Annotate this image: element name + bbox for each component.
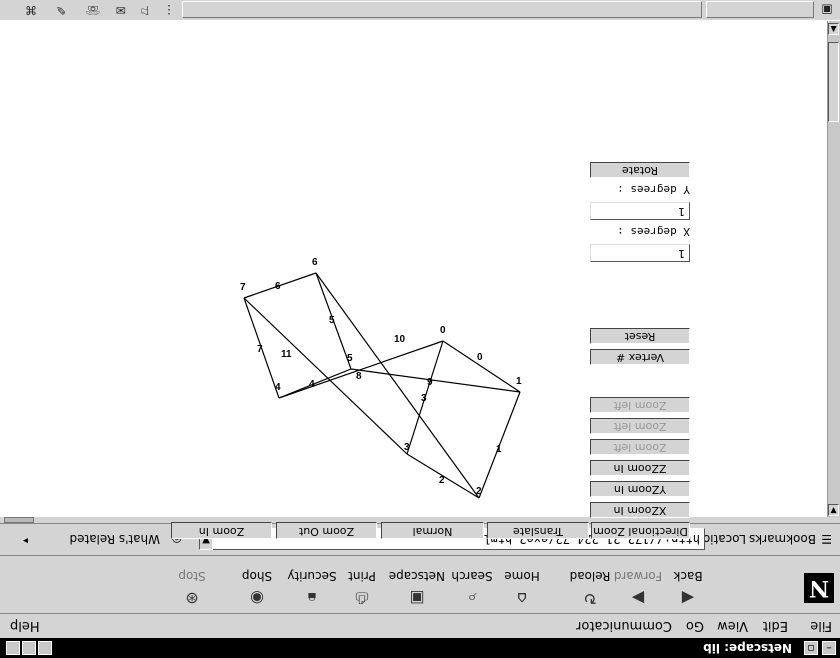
reload-button[interactable]: ↻ Reload — [562, 559, 618, 609]
netscape-icon: ▣ — [409, 589, 425, 608]
vertex-label-0: 0 — [440, 325, 446, 336]
menu-help[interactable]: Help — [10, 618, 40, 633]
close-button[interactable] — [6, 641, 20, 655]
stop-icon: ⊛ — [185, 589, 199, 608]
edge-label-3: 3 — [421, 393, 427, 404]
vertex-label-3: 3 — [404, 442, 410, 453]
cube-edge — [278, 340, 444, 399]
zoom-in-button[interactable]: Zoom In — [171, 522, 272, 539]
zoom-out-button[interactable]: Zoom Out — [276, 522, 377, 539]
cube-edge — [315, 272, 480, 499]
menu-view[interactable]: View — [717, 618, 748, 633]
netscape-logo-icon[interactable]: N — [804, 573, 834, 603]
shop-icon: ◉ — [250, 589, 264, 608]
directional-zoom-button[interactable]: Directional Zoom — [591, 522, 690, 539]
stop-button[interactable]: ⊛ Stop — [164, 559, 220, 609]
edge-label-4: 4 — [309, 379, 315, 390]
iconify-button[interactable] — [38, 641, 52, 655]
menu-edit[interactable]: Edit — [763, 618, 788, 633]
security-status-icon[interactable]: ▣ — [818, 2, 836, 17]
normal-button[interactable]: Normal — [381, 522, 484, 539]
edge-label-0: 0 — [477, 352, 483, 363]
page-content: ▼ ▲ Rotate Y degrees : 1 X degrees : 1 R… — [0, 21, 840, 539]
forward-arrow-icon: ▶ — [631, 589, 645, 608]
edge-label-1: 1 — [496, 444, 502, 455]
vertex-label-2: 2 — [476, 486, 482, 497]
reload-icon: ↻ — [583, 589, 597, 608]
shop-button[interactable]: ◉ Shop — [229, 559, 285, 609]
status-navigator-icon[interactable]: ⚐ — [136, 2, 154, 17]
forward-button[interactable]: ▶ Forward — [610, 559, 666, 609]
status-discussion-icon[interactable]: ☏ — [84, 2, 102, 17]
home-icon: ⌂ — [516, 589, 528, 608]
edge-label-9: 9 — [427, 377, 433, 388]
cube-edge — [442, 340, 521, 393]
back-arrow-icon: ◀ — [681, 589, 695, 608]
maximize-button[interactable] — [22, 641, 36, 655]
translate-button[interactable]: Translate — [487, 522, 589, 539]
edge-label-5: 5 — [329, 315, 335, 326]
vertex-label-1: 1 — [516, 376, 522, 387]
restore-icon[interactable]: ▫ — [804, 641, 818, 655]
status-composer-icon[interactable]: ✎ — [52, 2, 70, 17]
navigation-toolbar: N ◀ Back ▶ Forward ↻ Reload ⌂ Home ⌕ Search ▣… — [0, 555, 840, 613]
menu-file[interactable]: File — [810, 618, 832, 633]
location-bar-grip-icon[interactable]: ▸ — [23, 535, 28, 546]
status-bar: ▣ ⋮ ⚐ ✉ ☏ ✎ ⌘ — [0, 0, 840, 21]
menu-communicator[interactable]: Communicator — [576, 618, 672, 633]
status-message — [182, 1, 702, 18]
vertex-label-7: 7 — [240, 282, 246, 293]
cube-canvas[interactable]: 0 1 2 3 4 5 6 7 0 1 2 3 4 5 6 7 8 9 10 1… — [0, 21, 840, 517]
edge-label-11: 11 — [281, 349, 292, 360]
home-button[interactable]: ⌂ Home — [494, 559, 550, 609]
edge-label-8: 8 — [356, 371, 362, 382]
netscape-button[interactable]: ▣ Netscape — [389, 559, 445, 609]
menu-bar: File Edit View Go Communicator Help — [0, 613, 840, 638]
security-button[interactable]: 🔒︎ Security — [284, 559, 340, 609]
bookmarks-button[interactable]: Bookmarks — [749, 532, 816, 546]
edge-label-6: 6 — [275, 281, 281, 292]
vertex-label-5: 5 — [347, 353, 353, 364]
cube-edge — [350, 368, 521, 393]
vertex-label-4: 4 — [275, 382, 281, 393]
netscape-window: – ▫ Netscape: lib File Edit View Go Comm… — [0, 0, 840, 658]
status-progress — [706, 1, 814, 18]
print-button[interactable]: ⎙ Print — [334, 559, 390, 609]
edge-label-7: 7 — [257, 344, 263, 355]
toolbar-collapse-grip[interactable] — [4, 517, 34, 523]
search-button[interactable]: ⌕ Search — [444, 559, 500, 609]
whats-related-button[interactable]: What's Related — [70, 532, 160, 546]
edge-label-10: 10 — [394, 334, 406, 345]
window-menu-icon[interactable]: – — [822, 641, 836, 655]
search-icon: ⌕ — [467, 589, 477, 608]
vertex-label-6: 6 — [312, 257, 318, 268]
print-icon: ⎙ — [355, 589, 369, 608]
bookmarks-icon[interactable]: ☰ — [821, 532, 832, 546]
title-bar: – ▫ Netscape: lib — [0, 638, 840, 658]
cube-edge — [243, 297, 408, 455]
security-lock-icon: 🔒︎ — [307, 589, 317, 608]
back-button[interactable]: ◀ Back — [660, 559, 716, 609]
edge-label-2: 2 — [439, 475, 445, 486]
status-security-icon[interactable]: ⌘ — [22, 2, 40, 17]
menu-go[interactable]: Go — [686, 618, 704, 633]
status-mail-icon[interactable]: ✉ — [112, 2, 130, 17]
status-grip-icon: ⋮ — [163, 3, 175, 17]
window-title: Netscape: lib — [703, 641, 792, 655]
